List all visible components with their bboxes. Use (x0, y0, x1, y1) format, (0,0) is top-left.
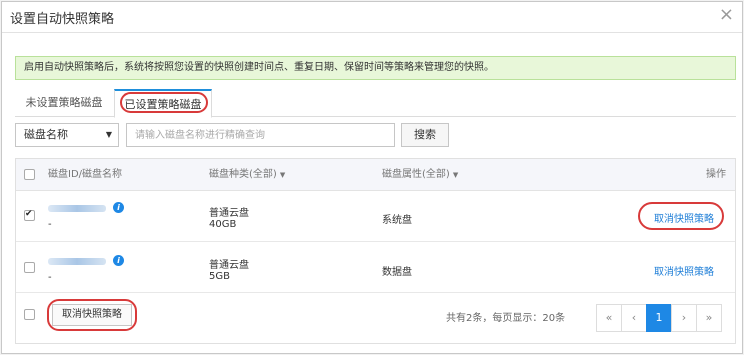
table-row: i - 普通云盘 40GB 系统盘 取消快照策略 (16, 192, 735, 242)
info-icon[interactable]: i (113, 202, 124, 213)
row-checkbox[interactable] (24, 209, 35, 221)
cancel-policy-link[interactable]: 取消快照策略 (654, 210, 714, 225)
filter-field-select[interactable]: 磁盘名称 ▼ (15, 123, 119, 147)
table-footer: 取消快照策略 共有2条，每页显示：20条 « ‹ 1 › » (16, 292, 735, 343)
disk-name: - (48, 219, 52, 230)
disk-attr: 系统盘 (382, 215, 412, 226)
tab-bar: 未设置策略磁盘 已设置策略磁盘 (15, 89, 736, 118)
pager-info: 共有2条，每页显示：20条 (446, 313, 566, 324)
close-icon[interactable]: × (719, 4, 734, 25)
disk-attr: 数据盘 (382, 267, 412, 278)
disk-id-redacted (48, 258, 106, 265)
table-header: 磁盘ID/磁盘名称 磁盘种类(全部) ▼ 磁盘属性(全部) ▼ 操作 (16, 159, 735, 191)
header-id-name: 磁盘ID/磁盘名称 (48, 169, 123, 180)
disk-name: - (48, 272, 52, 283)
select-all-checkbox[interactable] (24, 169, 35, 180)
disk-size: 40GB (209, 219, 237, 230)
search-input[interactable] (126, 123, 395, 147)
bulk-cancel-policy-button[interactable]: 取消快照策略 (52, 304, 132, 326)
caret-down-icon: ▼ (452, 171, 459, 179)
title-divider (2, 32, 742, 33)
header-disk-attr-label: 磁盘属性(全部) (382, 169, 450, 180)
last-page-button[interactable]: » (696, 304, 722, 332)
header-actions: 操作 (706, 169, 726, 180)
header-disk-attr[interactable]: 磁盘属性(全部) ▼ (382, 159, 458, 191)
footer-select-all-checkbox[interactable] (24, 309, 35, 320)
disk-size: 5GB (209, 271, 230, 282)
chevron-down-icon: ▼ (105, 130, 112, 139)
prev-page-button[interactable]: ‹ (621, 304, 647, 332)
table-row: i - 普通云盘 5GB 数据盘 取消快照策略 (16, 243, 735, 293)
header-disk-type[interactable]: 磁盘种类(全部) ▼ (209, 159, 285, 191)
caret-down-icon: ▼ (279, 171, 286, 179)
info-icon[interactable]: i (113, 255, 124, 266)
snapshot-policy-dialog: 设置自动快照策略 × 启用自动快照策略后，系统将按照您设置的快照创建时间点、重复… (1, 1, 743, 354)
next-page-button[interactable]: › (671, 304, 697, 332)
disk-type: 普通云盘 (209, 260, 249, 271)
disk-table: 磁盘ID/磁盘名称 磁盘种类(全部)▼ 磁盘属性(全部)▼ 操作 i - 普通云… (15, 158, 736, 344)
page-1-button[interactable]: 1 (646, 304, 672, 332)
header-disk-type-label: 磁盘种类(全部) (209, 169, 277, 180)
disk-type: 普通云盘 (209, 208, 249, 219)
search-button[interactable]: 搜索 (401, 123, 449, 147)
first-page-button[interactable]: « (596, 304, 622, 332)
cancel-policy-link[interactable]: 取消快照策略 (654, 263, 714, 278)
filter-select-value: 磁盘名称 (24, 128, 68, 141)
info-notice: 启用自动快照策略后，系统将按照您设置的快照创建时间点、重复日期、保留时间等策略来… (15, 56, 736, 80)
dialog-title: 设置自动快照策略 (10, 12, 115, 27)
row-checkbox[interactable] (24, 262, 35, 273)
disk-id-redacted (48, 205, 106, 212)
tab-set-policy-disks[interactable]: 已设置策略磁盘 (114, 89, 212, 118)
tab-unset-policy-disks[interactable]: 未设置策略磁盘 (15, 89, 113, 118)
